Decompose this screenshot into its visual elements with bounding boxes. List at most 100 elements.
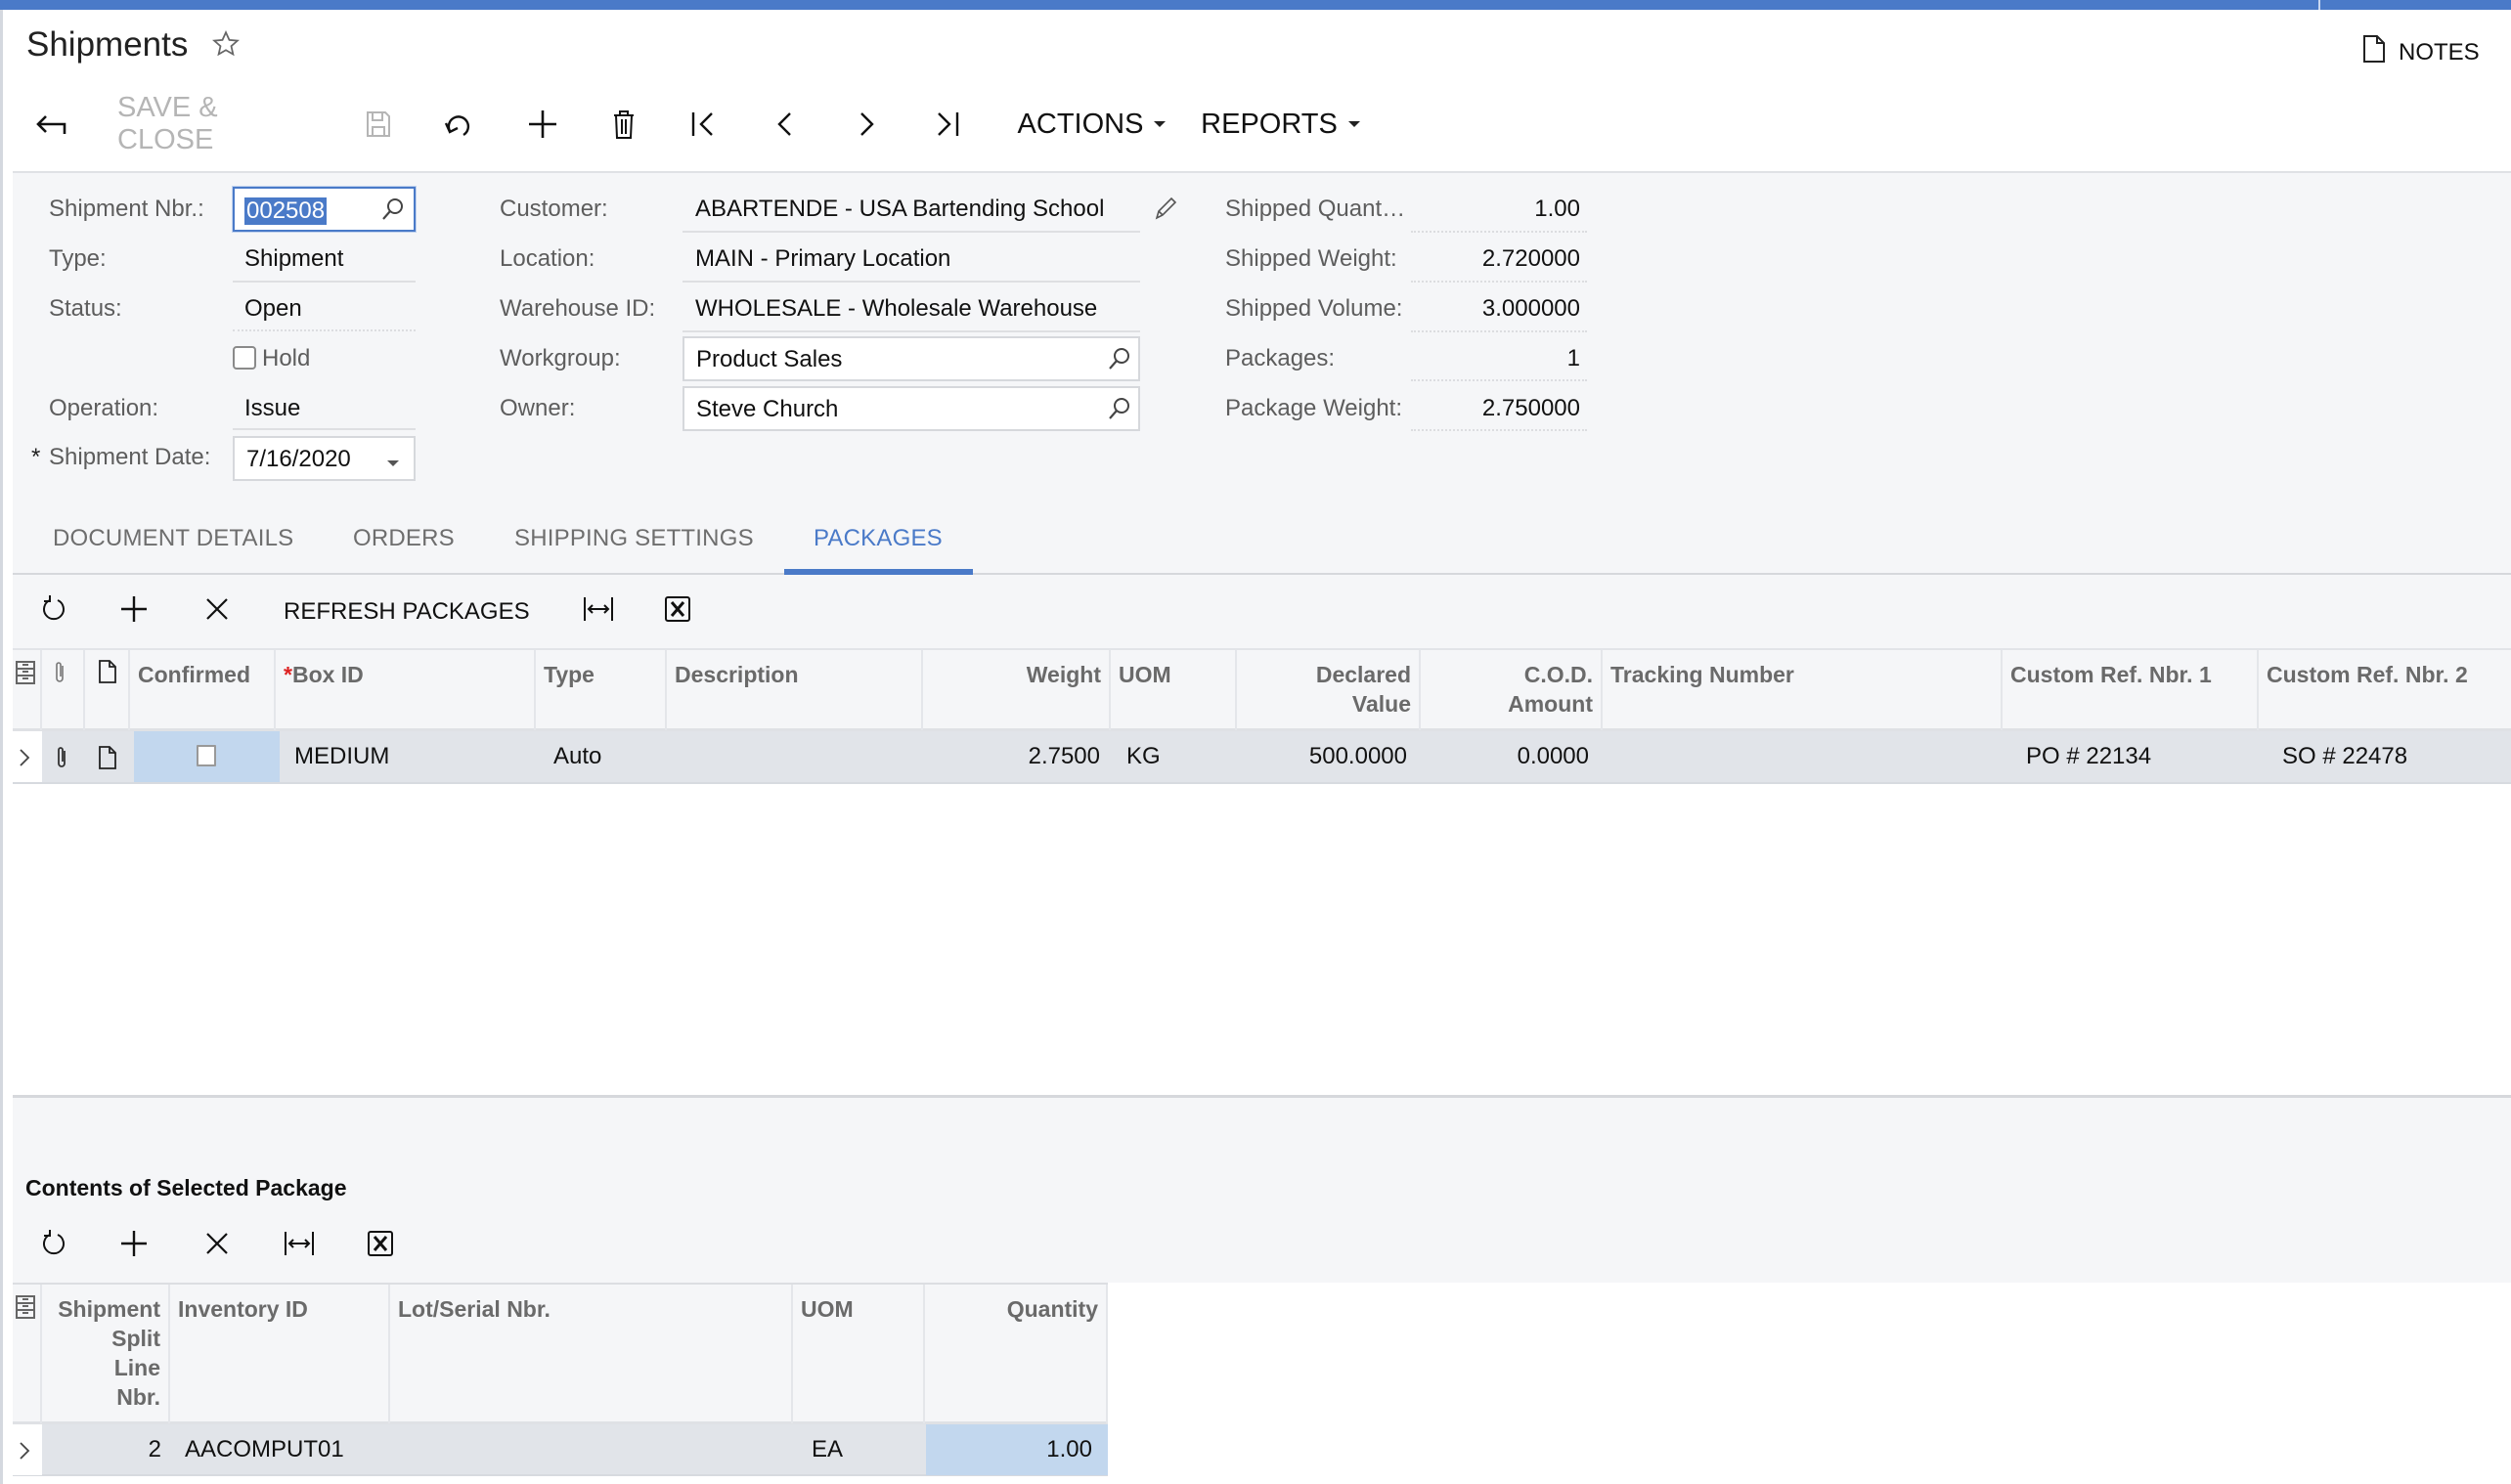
quantity-column-header[interactable]: Quantity [925, 1285, 1108, 1423]
fit-columns-button[interactable] [581, 594, 616, 628]
split-line-nbr-cell[interactable]: 2 [42, 1424, 170, 1475]
uom-cell[interactable]: EA [803, 1424, 925, 1475]
packages-grid-header: Confirmed *Box ID Type Description Weigh… [13, 648, 2511, 731]
customer-underline [683, 231, 1140, 233]
warehouse-value[interactable]: WHOLESALE - Wholesale Warehouse [695, 295, 1097, 323]
shipment-date-input[interactable]: 7/16/2020 [233, 436, 416, 481]
lot-serial-cell[interactable] [390, 1424, 793, 1475]
add-row-button[interactable] [117, 594, 151, 628]
confirmed-checkbox[interactable] [197, 745, 216, 766]
last-record-button[interactable] [931, 101, 964, 148]
first-record-button[interactable] [686, 101, 720, 148]
custom-ref-2-cell[interactable]: SO # 22478 [2273, 731, 2511, 782]
expand-row-button[interactable] [13, 1424, 42, 1475]
back-button[interactable] [31, 101, 70, 148]
status-value: Open [244, 295, 302, 322]
box-id-column-header[interactable]: *Box ID [276, 650, 536, 730]
uom-column-header[interactable]: UOM [1111, 650, 1237, 730]
actions-menu[interactable]: ACTIONS [1014, 101, 1170, 148]
split-line-header-line1: Shipment [58, 1296, 160, 1322]
contents-add-row-button[interactable] [117, 1229, 151, 1262]
save-close-button[interactable]: SAVE & CLOSE [117, 92, 318, 155]
tab-orders[interactable]: ORDERS [353, 525, 455, 552]
split-line-header-line4: Nbr. [116, 1384, 160, 1410]
owner-input[interactable]: Steve Church [683, 386, 1140, 431]
workgroup-input[interactable]: Product Sales [683, 336, 1140, 381]
contents-row-selector-header[interactable] [13, 1285, 42, 1423]
next-record-button[interactable] [853, 101, 882, 148]
left-edge [0, 10, 3, 1484]
inventory-id-column-header[interactable]: Inventory ID [170, 1285, 390, 1423]
table-row[interactable]: 2 AACOMPUT01 EA 1.00 [13, 1424, 1108, 1476]
reports-menu[interactable]: REPORTS [1200, 101, 1362, 148]
customer-value[interactable]: ABARTENDE - USA Bartending School [695, 196, 1104, 223]
note-icon [2363, 35, 2385, 69]
type-column-header[interactable]: Type [536, 650, 667, 730]
row-note-button[interactable] [85, 731, 130, 782]
tracking-number-column-header[interactable]: Tracking Number [1603, 650, 2003, 730]
undo-button[interactable] [442, 101, 477, 148]
last-icon [935, 110, 960, 138]
plus-icon [120, 1230, 148, 1262]
dropdown-caret-icon[interactable] [386, 455, 400, 472]
fit-width-icon [583, 596, 614, 627]
refresh-button[interactable] [37, 594, 70, 628]
uom-column-header[interactable]: UOM [793, 1285, 925, 1423]
delete-row-button[interactable] [200, 594, 234, 628]
inventory-id-cell[interactable]: AACOMPUT01 [176, 1424, 390, 1475]
tab-shipping-settings[interactable]: SHIPPING SETTINGS [514, 525, 754, 552]
contents-grid-header: Shipment Split Line Nbr. Inventory ID Lo… [13, 1283, 1108, 1424]
edit-pencil-icon[interactable] [1154, 196, 1177, 226]
tab-document-details[interactable]: DOCUMENT DETAILS [53, 525, 293, 552]
split-line-nbr-column-header[interactable]: Shipment Split Line Nbr. [42, 1285, 170, 1423]
operation-value: Issue [244, 395, 301, 421]
export-excel-button[interactable] [661, 594, 694, 628]
cod-amount-cell[interactable]: 0.0000 [1421, 731, 1598, 782]
undo-icon [444, 109, 475, 139]
custom-ref-1-cell[interactable]: PO # 22134 [2017, 731, 2259, 782]
contents-fit-columns-button[interactable] [282, 1229, 317, 1262]
weight-column-header[interactable]: Weight [923, 650, 1111, 730]
row-selector-header[interactable] [13, 650, 42, 730]
custom-ref-1-column-header[interactable]: Custom Ref. Nbr. 1 [2003, 650, 2259, 730]
box-id-cell[interactable]: MEDIUM [286, 731, 536, 782]
description-column-header[interactable]: Description [667, 650, 923, 730]
delete-button[interactable] [608, 101, 639, 148]
search-icon[interactable] [380, 196, 406, 227]
tracking-number-cell[interactable] [1603, 731, 2003, 782]
first-icon [690, 110, 716, 138]
confirmed-column-header[interactable]: Confirmed [130, 650, 276, 730]
search-icon[interactable] [1107, 346, 1132, 376]
caret-down-icon [1347, 120, 1361, 128]
favorite-star-icon[interactable] [211, 29, 241, 59]
hold-checkbox[interactable] [233, 346, 256, 370]
location-value[interactable]: MAIN - Primary Location [695, 245, 950, 273]
expand-row-button[interactable] [13, 731, 42, 782]
previous-record-button[interactable] [770, 101, 799, 148]
save-button[interactable] [362, 101, 395, 148]
quantity-cell[interactable]: 1.00 [926, 1424, 1108, 1475]
location-label: Location: [500, 245, 595, 272]
declared-value-cell[interactable]: 500.0000 [1237, 731, 1416, 782]
row-attachment-button[interactable] [42, 731, 85, 782]
search-icon[interactable] [1107, 396, 1132, 426]
weight-cell[interactable]: 2.7500 [923, 731, 1109, 782]
confirmed-cell[interactable] [134, 731, 280, 782]
add-button[interactable] [525, 101, 560, 148]
contents-delete-row-button[interactable] [200, 1229, 234, 1262]
type-cell[interactable]: Auto [545, 731, 667, 782]
shipment-nbr-input[interactable]: 002508 [233, 187, 416, 232]
cod-amount-column-header[interactable]: C.O.D. Amount [1421, 650, 1603, 730]
declared-value-column-header[interactable]: Declared Value [1237, 650, 1421, 730]
contents-refresh-button[interactable] [37, 1229, 70, 1262]
refresh-icon [41, 594, 66, 629]
refresh-packages-button[interactable]: REFRESH PACKAGES [284, 598, 530, 626]
table-row[interactable]: MEDIUM Auto 2.7500 KG 500.0000 0.0000 PO… [13, 731, 2511, 784]
tab-packages[interactable]: PACKAGES [814, 525, 943, 552]
custom-ref-2-column-header[interactable]: Custom Ref. Nbr. 2 [2259, 650, 2511, 730]
notes-button[interactable]: NOTES [2363, 35, 2480, 69]
uom-cell[interactable]: KG [1118, 731, 1237, 782]
contents-export-excel-button[interactable] [364, 1229, 397, 1262]
description-cell[interactable] [667, 731, 923, 782]
lot-serial-column-header[interactable]: Lot/Serial Nbr. [390, 1285, 793, 1423]
